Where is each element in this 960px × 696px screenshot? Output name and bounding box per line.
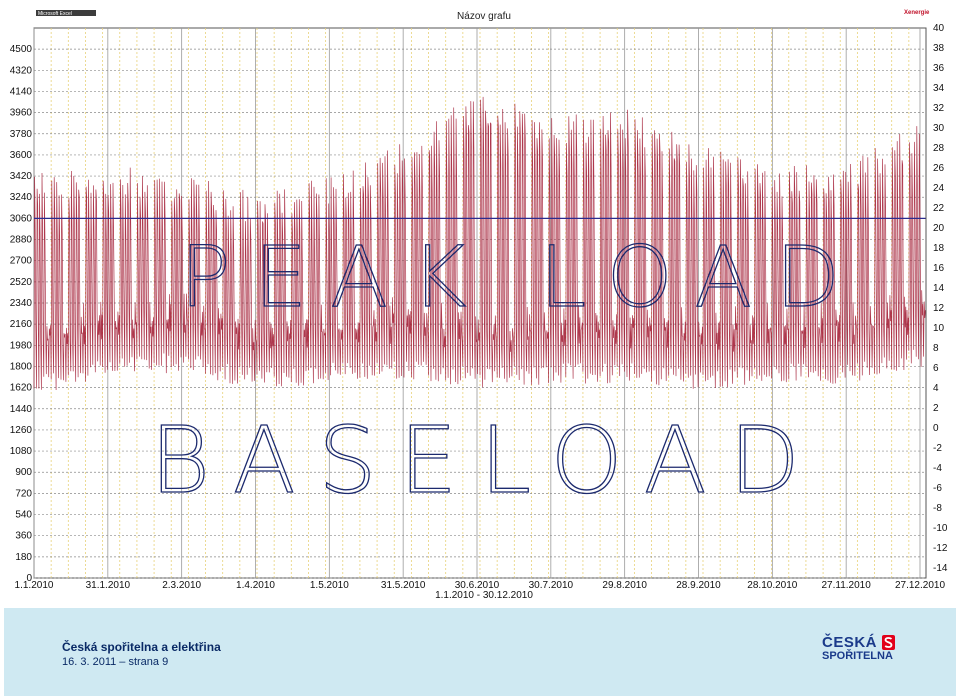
y-left-tick-label: 2700 <box>10 256 33 267</box>
y-right-tick-label: -4 <box>933 463 942 474</box>
y-right-tick-label: 14 <box>933 283 945 294</box>
y-left-tick-label: 3780 <box>10 129 33 140</box>
brand-small-text: Microsoft Excel <box>38 11 72 17</box>
y-right-tick-label: 26 <box>933 163 945 174</box>
y-left-tick-label: 4500 <box>10 44 33 55</box>
y-left-tick-label: 720 <box>15 488 32 499</box>
xenergie-logo: Xenergie <box>904 10 930 16</box>
chart-title: Názov grafu <box>457 11 511 22</box>
xenergie-text: Xenergie <box>904 10 930 16</box>
logo-s-mark-icon <box>882 635 895 650</box>
y-left-tick-label: 2880 <box>10 235 33 246</box>
x-axis-label: 1.1.2010 - 30.12.2010 <box>435 590 533 601</box>
x-tick-label: 27.12.2010 <box>895 580 945 591</box>
y-right-tick-label: -10 <box>933 523 948 534</box>
logo-line1: ČESKÁ <box>822 634 878 651</box>
y-right-tick-label: 22 <box>933 203 945 214</box>
y-left-tick-label: 3240 <box>10 192 33 203</box>
x-tick-label: 1.5.2010 <box>310 580 349 591</box>
y-right-tick-label: 28 <box>933 143 945 154</box>
y-right-tick-label: 40 <box>933 23 945 34</box>
excel-brand-tag: Microsoft Excel <box>36 10 96 17</box>
y-left-tick-label: 3420 <box>10 171 33 182</box>
peak-load-text: PEAK LOAD <box>180 228 840 326</box>
y-axis-right: -14-12-10-8-6-4-202468101214161820222426… <box>925 23 948 578</box>
y-left-tick-label: 1440 <box>10 404 33 415</box>
y-right-tick-label: -8 <box>933 503 942 514</box>
y-left-tick-label: 180 <box>15 552 32 563</box>
footer-title: Česká spořitelna a elektřina <box>62 640 221 654</box>
y-left-tick-label: 540 <box>15 510 32 521</box>
y-right-tick-label: 0 <box>933 423 939 434</box>
x-tick-label: 28.10.2010 <box>747 580 797 591</box>
y-left-tick-label: 3960 <box>10 108 33 119</box>
y-right-tick-label: -2 <box>933 443 942 454</box>
y-right-tick-label: 2 <box>933 403 939 414</box>
x-tick-label: 31.1.2010 <box>86 580 131 591</box>
y-right-tick-label: 12 <box>933 303 945 314</box>
y-left-tick-label: 360 <box>15 531 32 542</box>
y-right-tick-label: 10 <box>933 323 945 334</box>
x-tick-label: 1.4.2010 <box>236 580 275 591</box>
y-right-tick-label: 20 <box>933 223 945 234</box>
x-tick-label: 28.9.2010 <box>676 580 721 591</box>
y-right-tick-label: -14 <box>933 563 948 574</box>
y-left-tick-label: 4140 <box>10 86 33 97</box>
y-right-tick-label: 4 <box>933 383 939 394</box>
peak-load-annotation: PEAK LOAD <box>179 227 840 326</box>
y-left-tick-label: 2160 <box>10 319 33 330</box>
chart-svg: 0180360540720900108012601440162018001980… <box>10 10 948 601</box>
y-left-tick-label: 3600 <box>10 150 33 161</box>
y-right-tick-label: 38 <box>933 43 945 54</box>
y-right-tick-label: 24 <box>933 183 945 194</box>
chart-area: 0 180 360 540 720 900 1080 1260 1440 1620 1800 1980… <box>0 0 960 608</box>
y-left-tick-label: 2340 <box>10 298 33 309</box>
logo-line2: SPOŘITELNA <box>822 650 893 662</box>
x-tick-label: 1.1.2010 <box>15 580 54 591</box>
x-tick-label: 27.11.2010 <box>822 580 872 591</box>
y-right-tick-label: 32 <box>933 103 945 114</box>
y-left-tick-label: 1980 <box>10 340 33 351</box>
y-right-tick-label: -6 <box>933 483 942 494</box>
y-right-tick-label: 16 <box>933 263 945 274</box>
y-right-tick-label: 30 <box>933 123 945 134</box>
x-tick-label: 29.8.2010 <box>602 580 647 591</box>
y-left-tick-label: 4320 <box>10 65 33 76</box>
y-left-tick-label: 3060 <box>10 213 33 224</box>
y-right-tick-label: 6 <box>933 363 939 374</box>
y-right-tick-label: 18 <box>933 243 945 254</box>
y-left-tick-label: 1080 <box>10 446 33 457</box>
slide-footer: Česká spořitelna a elektřina 16. 3. 2011… <box>4 608 956 696</box>
ceska-sporitelna-logo: ČESKÁ SPOŘITELNA <box>820 634 910 670</box>
footer-date-page: 16. 3. 2011 – strana 9 <box>62 656 169 668</box>
y-left-tick-label: 1800 <box>10 361 33 372</box>
y-left-tick-label: 1620 <box>10 383 33 394</box>
y-right-tick-label: 36 <box>933 63 945 74</box>
x-tick-label: 2.3.2010 <box>162 580 201 591</box>
x-tick-label: 31.5.2010 <box>381 580 426 591</box>
x-tick-label: 30.7.2010 <box>529 580 574 591</box>
y-right-tick-label: -12 <box>933 543 948 554</box>
y-left-tick-label: 1260 <box>10 425 33 436</box>
y-left-tick-label: 2520 <box>10 277 33 288</box>
y-left-tick-label: 900 <box>15 467 32 478</box>
y-right-tick-label: 8 <box>933 343 939 354</box>
y-axis-left: 0180360540720900108012601440162018001980… <box>10 44 33 584</box>
y-right-tick-label: 34 <box>933 83 945 94</box>
